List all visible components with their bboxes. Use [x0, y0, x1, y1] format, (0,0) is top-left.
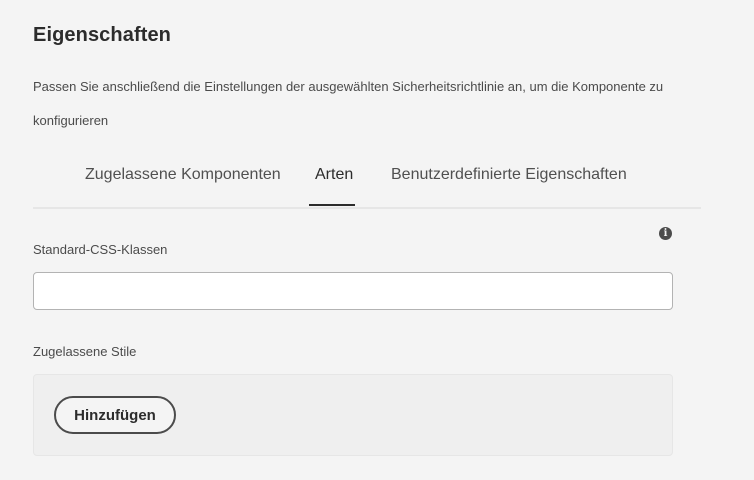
page-title: Eigenschaften [33, 24, 171, 46]
css-classes-label: Standard-CSS-Klassen [33, 242, 168, 257]
allowed-styles-label: Zugelassene Stile [33, 344, 137, 359]
tab-allowed-components[interactable]: Zugelassene Komponenten [85, 166, 281, 184]
tab-styles[interactable]: Arten [315, 166, 353, 184]
tab-custom-properties[interactable]: Benutzerdefinierte Eigenschaften [391, 166, 627, 184]
info-icon[interactable]: i [659, 227, 672, 240]
allowed-styles-container: Hinzufügen [33, 374, 673, 456]
tab-bar: Zugelassene Komponenten Arten Benutzerde… [33, 160, 701, 209]
css-classes-input[interactable] [33, 272, 673, 310]
active-tab-indicator [309, 204, 355, 206]
add-button[interactable]: Hinzufügen [54, 396, 176, 434]
page-description: Passen Sie anschließend die Einstellunge… [33, 79, 664, 128]
